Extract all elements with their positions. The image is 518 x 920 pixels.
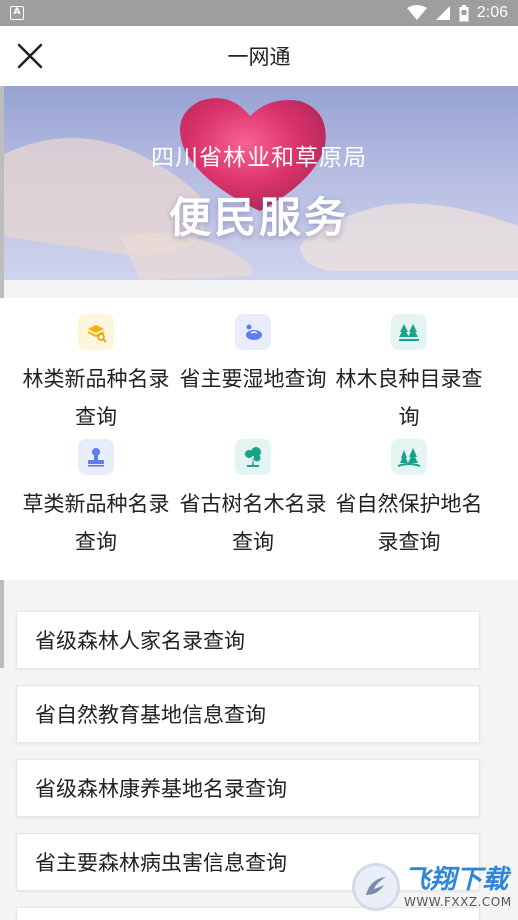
close-button[interactable] — [14, 40, 46, 72]
grid-item-label: 林木良种目录查询 — [335, 367, 483, 429]
grid-item-nature-reserve[interactable]: 省自然保护地名录查询 — [323, 439, 495, 561]
grid-item-label: 林类新品种名录查询 — [22, 367, 170, 429]
grid-item-ancient-tree[interactable]: 省古树名木名录查询 — [167, 439, 339, 561]
list-item-label: 省级森林康养基地名录查询 — [35, 777, 287, 801]
wetland-icon — [235, 314, 271, 350]
grid-item-forest-variety[interactable]: 林类新品种名录查询 — [10, 314, 182, 436]
grid-item-label: 草类新品种名录查询 — [22, 492, 170, 554]
notification-icon: A — [10, 6, 24, 20]
grid-item-wetland[interactable]: 省主要湿地查询 — [167, 314, 339, 398]
list-item-forest-wellness[interactable]: 省级森林康养基地名录查询 — [16, 759, 480, 817]
service-grid: 林类新品种名录查询 省主要湿地查询 林木良种目录查询 草类新品种名录查询 省古树… — [0, 298, 518, 580]
grid-item-grass-variety[interactable]: 草类新品种名录查询 — [10, 439, 182, 561]
seedling-search-icon — [78, 314, 114, 350]
grid-item-tree-seed[interactable]: 林木良种目录查询 — [323, 314, 495, 436]
grid-item-label: 省主要湿地查询 — [179, 367, 327, 391]
list-item-nature-education[interactable]: 省自然教育基地信息查询 — [16, 685, 480, 743]
trees-icon — [391, 314, 427, 350]
grid-item-label: 省自然保护地名录查询 — [335, 492, 483, 554]
stamp-icon — [78, 439, 114, 475]
forest-reserve-icon — [391, 439, 427, 475]
grid-item-label: 省古树名木名录查询 — [179, 492, 327, 554]
list-item-label: 省自然教育基地信息查询 — [35, 703, 266, 727]
watermark: 飞翔下载 WWW.FXXZ.COM — [352, 858, 512, 916]
watermark-logo-icon — [352, 863, 400, 911]
status-bar: A 2:06 — [0, 0, 518, 26]
banner: 四川省林业和草原局 便民服务 — [0, 86, 518, 280]
app-header: 一网通 — [0, 26, 518, 86]
battery-icon — [459, 4, 469, 21]
banner-slogan: 便民服务 — [168, 193, 349, 242]
ancient-tree-icon — [235, 439, 271, 475]
page-title: 一网通 — [227, 46, 291, 69]
list-item-label: 省级森林人家名录查询 — [35, 629, 245, 653]
hands-heart-illustration — [0, 98, 518, 280]
banner-org-name: 四川省林业和草原局 — [151, 145, 367, 171]
clock: 2:06 — [476, 4, 508, 21]
signal-icon — [435, 6, 450, 20]
close-icon — [17, 43, 43, 69]
list-item-label: 省主要森林病虫害信息查询 — [35, 851, 287, 875]
watermark-url: WWW.FXXZ.COM — [404, 895, 512, 909]
wifi-icon — [406, 5, 427, 20]
watermark-text: 飞翔下载 — [404, 865, 509, 895]
list-item-forest-family[interactable]: 省级森林人家名录查询 — [16, 611, 480, 669]
